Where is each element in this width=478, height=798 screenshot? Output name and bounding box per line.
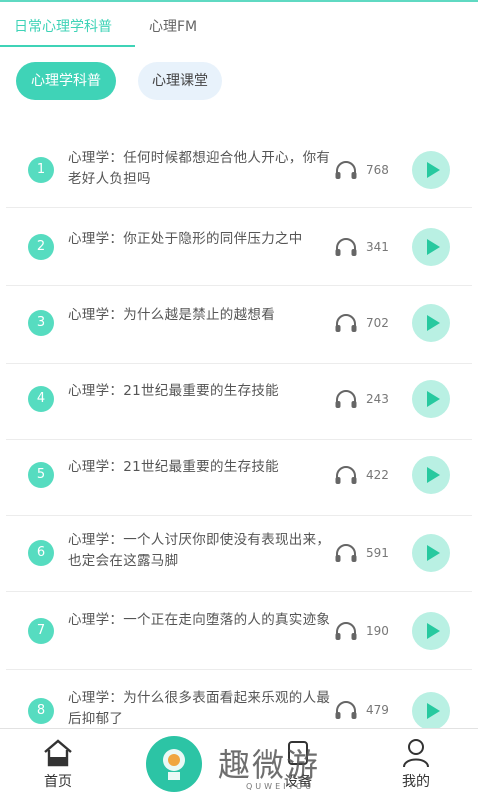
item-number-badge: 7: [28, 618, 54, 644]
play-count: 243: [366, 392, 389, 406]
headphones-icon: [335, 390, 357, 408]
play-button[interactable]: [412, 228, 450, 266]
active-tab-indicator: [0, 45, 135, 47]
list-item[interactable]: 8 心理学：为什么很多表面看起来乐观的人最后抑郁了 479: [6, 670, 472, 728]
item-number-badge: 6: [28, 540, 54, 566]
nav-library-label: 播库: [159, 774, 187, 790]
nav-profile[interactable]: 我的: [368, 729, 464, 798]
play-count: 702: [366, 316, 389, 330]
item-number-badge: 3: [28, 310, 54, 336]
play-button[interactable]: [412, 304, 450, 342]
play-count: 190: [366, 624, 389, 638]
play-count: 479: [366, 703, 389, 717]
list-item[interactable]: 5 心理学：21世纪最重要的生存技能 422: [6, 438, 472, 516]
play-button[interactable]: [412, 380, 450, 418]
play-button[interactable]: [412, 456, 450, 494]
nav-home[interactable]: 首页: [10, 729, 106, 798]
play-button[interactable]: [412, 612, 450, 650]
item-title: 心理学：21世纪最重要的生存技能: [68, 459, 279, 475]
headphones-icon: [335, 466, 357, 484]
bottom-nav-bar: 首页 播库 设备 我的: [0, 728, 478, 798]
nav-home-label: 首页: [44, 774, 72, 790]
play-count: 768: [366, 163, 389, 177]
item-number-badge: 5: [28, 462, 54, 488]
nav-library[interactable]: 播库: [125, 729, 221, 798]
headphones-icon: [335, 544, 357, 562]
list-item[interactable]: 1 心理学：任何时候都想迎合他人开心，你有老好人负担吗 768: [6, 130, 472, 208]
nav-profile-label: 我的: [402, 774, 430, 790]
play-icon: [427, 162, 440, 178]
item-title: 心理学：为什么越是禁止的越想看: [68, 307, 275, 323]
play-icon: [427, 315, 440, 331]
item-number-badge: 2: [28, 234, 54, 260]
play-count: 422: [366, 468, 389, 482]
tab-psychology-fm[interactable]: 心理FM: [149, 16, 197, 36]
headphones-icon: [335, 238, 357, 256]
item-title: 心理学：为什么很多表面看起来乐观的人最后抑郁了: [68, 690, 331, 727]
nav-device[interactable]: 设备: [250, 729, 346, 798]
top-tab-bar: 日常心理学科普 心理FM: [0, 0, 478, 47]
item-title: 心理学：一个人讨厌你即使没有表现出来，也定会在这露马脚: [68, 532, 331, 569]
tab-daily-psychology[interactable]: 日常心理学科普: [14, 16, 112, 36]
item-title: 心理学：任何时候都想迎合他人开心，你有老好人负担吗: [68, 150, 331, 187]
item-number-badge: 8: [28, 698, 54, 724]
item-number-badge: 1: [28, 157, 54, 183]
device-icon: [288, 741, 308, 765]
item-title: 心理学：一个正在走向堕落的人的真实迹象: [68, 612, 331, 628]
headphones-icon: [335, 314, 357, 332]
list-item[interactable]: 4 心理学：21世纪最重要的生存技能 243: [6, 362, 472, 440]
play-icon: [427, 391, 440, 407]
item-number-badge: 4: [28, 386, 54, 412]
play-icon: [427, 239, 440, 255]
headphones-icon: [335, 622, 357, 640]
play-count: 591: [366, 546, 389, 560]
user-icon: [403, 739, 429, 768]
play-icon: [427, 545, 440, 561]
item-title: 心理学：21世纪最重要的生存技能: [68, 383, 279, 399]
list-item[interactable]: 3 心理学：为什么越是禁止的越想看 702: [6, 286, 472, 364]
headphones-icon: [335, 161, 357, 179]
item-title: 心理学：你正处于隐形的同伴压力之中: [68, 231, 303, 247]
pill-psychology-science[interactable]: 心理学科普: [16, 62, 116, 100]
home-icon: [44, 739, 72, 767]
pill-psychology-class[interactable]: 心理课堂: [138, 62, 222, 100]
play-count: 341: [366, 240, 389, 254]
nav-device-label: 设备: [284, 774, 312, 790]
play-icon: [427, 703, 440, 719]
headphones-icon: [335, 701, 357, 719]
play-button[interactable]: [412, 534, 450, 572]
list-item[interactable]: 2 心理学：你正处于隐形的同伴压力之中 341: [6, 208, 472, 286]
list-item[interactable]: 7 心理学：一个正在走向堕落的人的真实迹象 190: [6, 592, 472, 670]
play-button[interactable]: [412, 692, 450, 728]
play-icon: [427, 623, 440, 639]
lightbulb-icon: [164, 741, 182, 764]
play-icon: [427, 467, 440, 483]
list-item[interactable]: 6 心理学：一个人讨厌你即使没有表现出来，也定会在这露马脚 591: [6, 514, 472, 592]
play-button[interactable]: [412, 151, 450, 189]
